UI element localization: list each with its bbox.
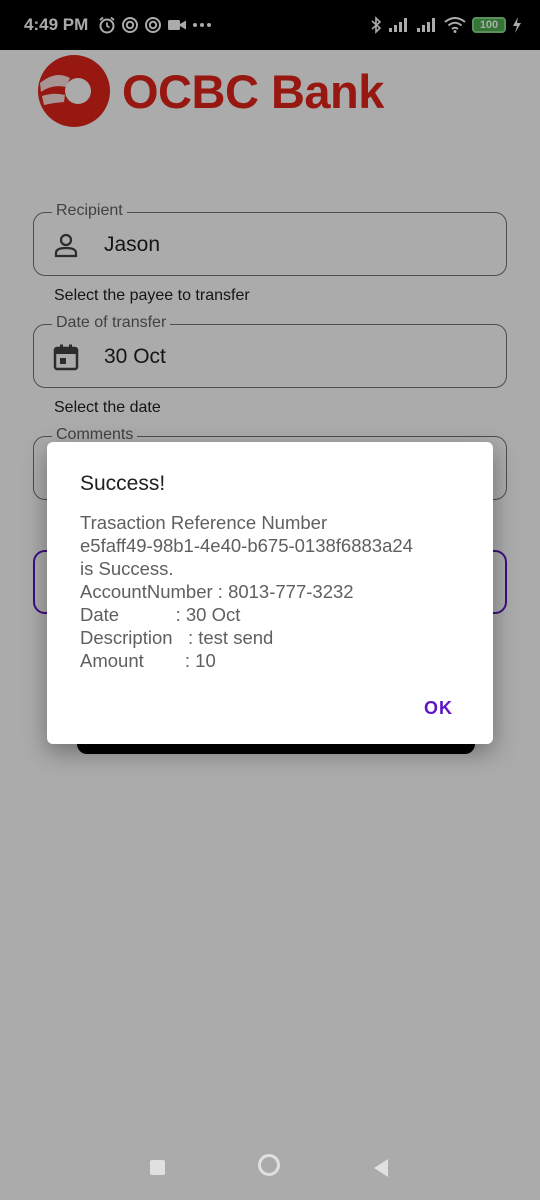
dialog-line: Date : 30 Oct	[80, 604, 241, 625]
system-nav-bar	[0, 1140, 540, 1200]
success-dialog: Success! Trasaction Reference Number e5f…	[47, 442, 493, 744]
dialog-title: Success!	[80, 472, 166, 495]
dialog-line: Trasaction Reference Number	[80, 512, 328, 533]
dialog-line: Amount : 10	[80, 650, 216, 671]
dialog-line: is Success.	[80, 558, 174, 579]
dialog-line: e5faff49-98b1-4e40-b675-0138f6883a24	[80, 535, 413, 556]
recents-button[interactable]	[150, 1160, 165, 1175]
back-button[interactable]	[372, 1158, 390, 1178]
dialog-message: Trasaction Reference Number e5faff49-98b…	[80, 511, 413, 672]
dialog-line: AccountNumber : 8013-777-3232	[80, 581, 354, 602]
home-button[interactable]	[258, 1154, 280, 1176]
dialog-line: Description : test send	[80, 627, 274, 648]
ok-button[interactable]: OK	[424, 698, 453, 719]
